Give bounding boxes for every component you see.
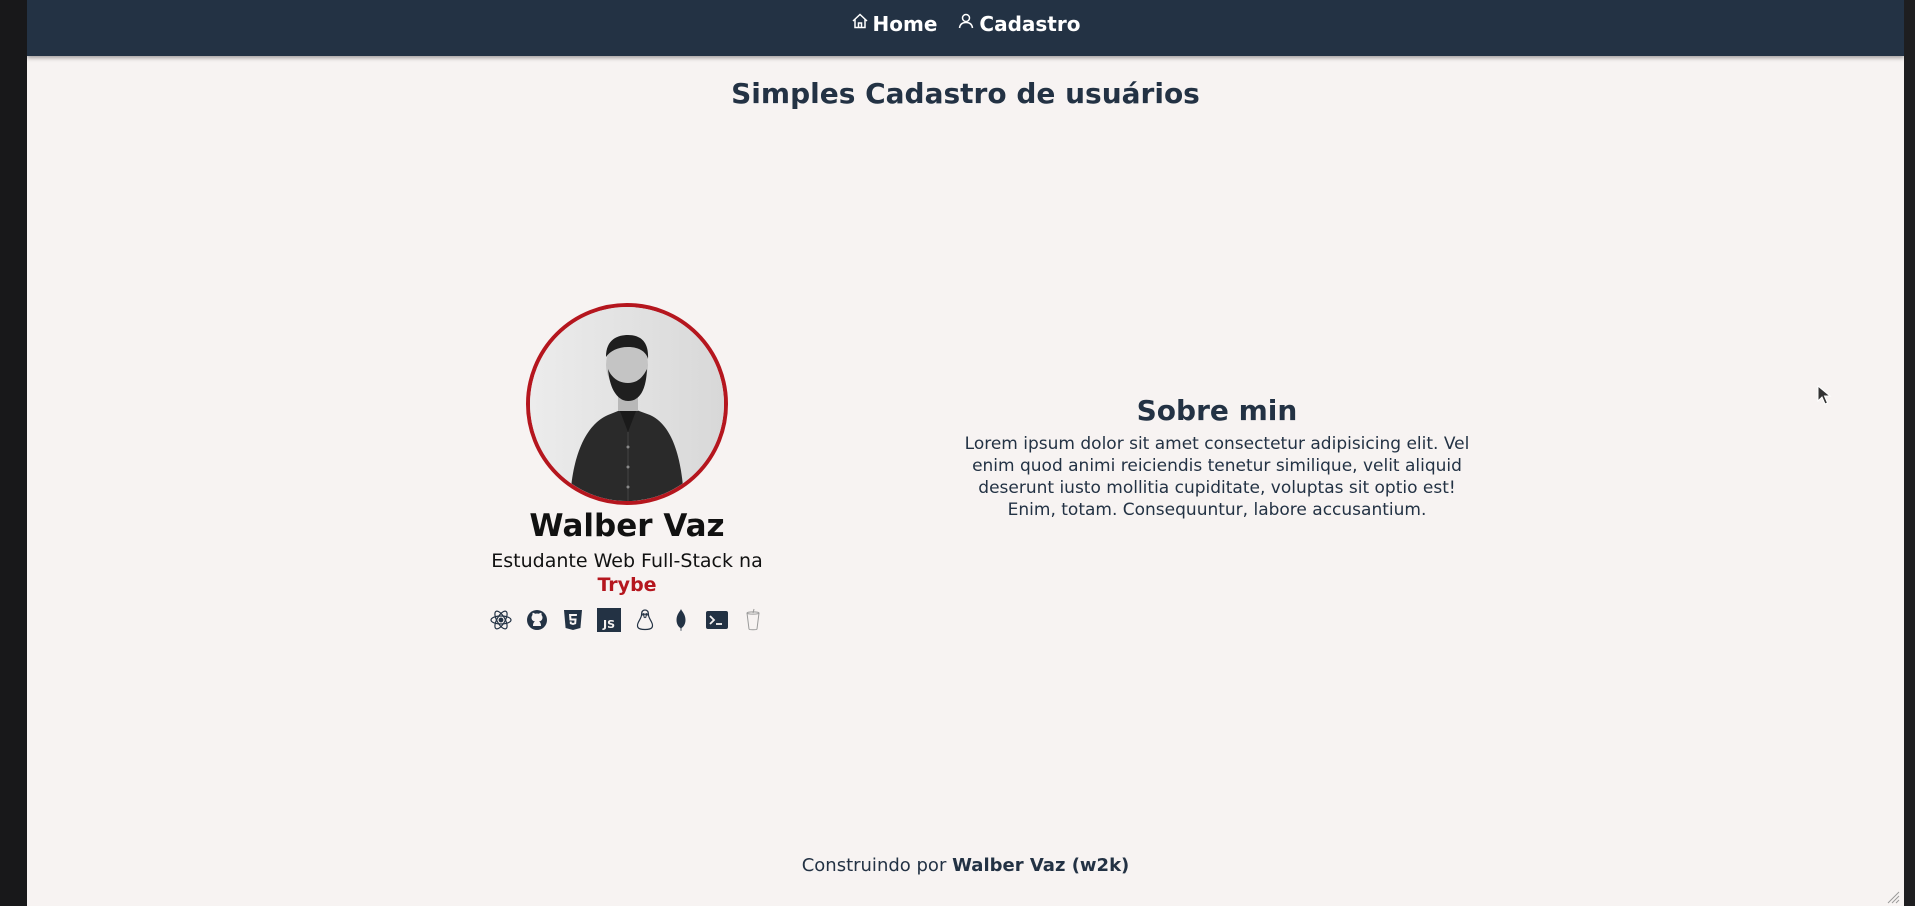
navbar: Home Cadastro bbox=[27, 0, 1904, 56]
about-title: Sobre min bbox=[1136, 394, 1298, 427]
page-title: Simples Cadastro de usuários bbox=[731, 77, 1200, 110]
footer-author: Walber Vaz (w2k) bbox=[952, 855, 1130, 876]
page: Home Cadastro Simples Cadastro de usuári… bbox=[27, 0, 1904, 906]
user-icon bbox=[957, 12, 975, 30]
javascript-icon: JS bbox=[596, 607, 622, 633]
svg-text:JS: JS bbox=[602, 618, 615, 631]
html5-icon bbox=[560, 607, 586, 633]
nav-home-link[interactable]: Home bbox=[851, 4, 938, 44]
footer-prefix: Construindo por bbox=[801, 855, 947, 876]
nav-cadastro-link[interactable]: Cadastro bbox=[957, 4, 1080, 44]
profile-card: Walber Vaz Estudante Web Full-Stack na T… bbox=[427, 303, 827, 633]
about-section: Sobre min Lorem ipsum dolor sit amet con… bbox=[957, 393, 1477, 521]
nav-home-label: Home bbox=[872, 12, 938, 36]
mongodb-icon bbox=[668, 607, 694, 633]
tech-icons: JS bbox=[427, 607, 827, 633]
avatar bbox=[526, 303, 728, 505]
mouse-cursor-icon bbox=[1817, 385, 1832, 405]
github-icon bbox=[524, 607, 550, 633]
footer: Construindo por Walber Vaz (w2k) bbox=[27, 855, 1904, 876]
profile-role: Estudante Web Full-Stack na Trybe bbox=[427, 549, 827, 597]
terminal-icon bbox=[704, 607, 730, 633]
resize-grip-icon[interactable] bbox=[1886, 890, 1900, 904]
company-link[interactable]: Trybe bbox=[427, 573, 827, 597]
window-right-edge bbox=[1904, 0, 1915, 906]
profile-name: Walber Vaz bbox=[529, 508, 725, 544]
profile-role-text: Estudante Web Full-Stack na bbox=[491, 550, 763, 572]
window-left-edge bbox=[0, 0, 27, 906]
about-text: Lorem ipsum dolor sit amet consectetur a… bbox=[964, 434, 1470, 520]
nav-cadastro-label: Cadastro bbox=[979, 12, 1081, 36]
home-icon bbox=[851, 12, 869, 30]
linux-icon bbox=[632, 607, 658, 633]
react-icon bbox=[488, 607, 514, 633]
gulp-icon bbox=[740, 607, 766, 633]
